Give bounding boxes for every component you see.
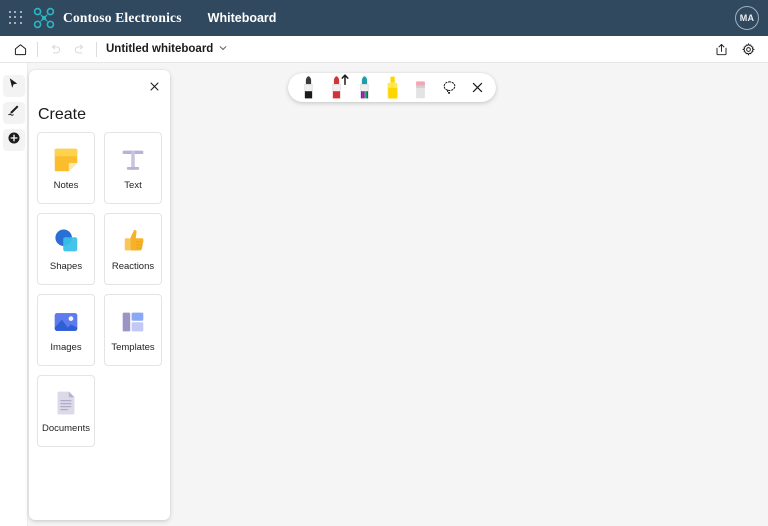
create-card-text[interactable]: Text xyxy=(104,132,162,204)
brand-name: Contoso Electronics xyxy=(63,10,182,26)
create-card-notes[interactable]: Notes xyxy=(37,132,95,204)
create-card-grid: Notes Text xyxy=(37,132,162,447)
card-label: Images xyxy=(50,343,81,353)
undo-icon[interactable] xyxy=(43,38,67,60)
pen-toolbar xyxy=(288,73,496,102)
image-icon xyxy=(51,307,81,337)
close-icon[interactable] xyxy=(465,76,489,100)
avatar[interactable]: MA xyxy=(735,6,759,30)
create-card-images[interactable]: Images xyxy=(37,294,95,366)
shapes-icon xyxy=(51,226,81,256)
brand: Contoso Electronics xyxy=(33,7,182,29)
app-name: Whiteboard xyxy=(208,11,277,25)
card-label: Shapes xyxy=(50,262,82,272)
pen-red[interactable] xyxy=(323,75,349,100)
pen-black[interactable] xyxy=(295,75,321,100)
create-card-reactions[interactable]: Reactions xyxy=(104,213,162,285)
cursor-arrow-icon xyxy=(7,77,20,95)
share-icon[interactable] xyxy=(709,38,733,60)
redo-icon[interactable] xyxy=(67,38,91,60)
sticky-note-icon xyxy=(51,145,81,175)
tool-rail xyxy=(0,63,28,526)
create-card-documents[interactable]: Documents xyxy=(37,375,95,447)
lasso-select-icon[interactable] xyxy=(437,76,461,100)
gear-icon[interactable] xyxy=(736,38,760,60)
pen-tool[interactable] xyxy=(3,102,25,124)
create-card-shapes[interactable]: Shapes xyxy=(37,213,95,285)
panel-title: Create xyxy=(38,106,86,124)
command-bar-right xyxy=(709,38,760,60)
eraser-icon[interactable] xyxy=(407,75,433,100)
page-title: Untitled whiteboard xyxy=(106,43,213,55)
command-bar: Untitled whiteboard xyxy=(0,36,768,63)
text-t-icon xyxy=(118,145,148,175)
plus-circle-icon xyxy=(7,131,21,150)
divider-1 xyxy=(37,42,38,57)
divider-2 xyxy=(96,42,97,57)
card-label: Reactions xyxy=(112,262,154,272)
app-header: Contoso Electronics Whiteboard MA xyxy=(0,0,768,36)
document-icon xyxy=(51,388,81,418)
highlighter-yellow[interactable] xyxy=(379,75,405,100)
card-label: Notes xyxy=(54,181,79,191)
select-tool[interactable] xyxy=(3,75,25,97)
create-tool[interactable] xyxy=(3,129,25,151)
pen-selected-arrow-icon xyxy=(340,74,350,86)
pen-icon xyxy=(7,104,20,122)
chevron-down-icon xyxy=(218,40,228,58)
create-card-templates[interactable]: Templates xyxy=(104,294,162,366)
pen-rainbow[interactable] xyxy=(351,75,377,100)
card-label: Text xyxy=(124,181,141,191)
close-icon[interactable] xyxy=(145,77,163,95)
home-icon[interactable] xyxy=(8,38,32,60)
thumbs-up-icon xyxy=(118,226,148,256)
card-label: Documents xyxy=(42,424,90,434)
templates-icon xyxy=(118,307,148,337)
card-label: Templates xyxy=(111,343,154,353)
create-panel: Create Notes xyxy=(29,70,170,520)
contoso-drone-logo xyxy=(33,7,55,29)
app-launcher-grid-icon[interactable] xyxy=(9,11,23,25)
whiteboard-app: Contoso Electronics Whiteboard MA Untit xyxy=(0,0,768,526)
document-title-menu[interactable]: Untitled whiteboard xyxy=(102,40,228,58)
